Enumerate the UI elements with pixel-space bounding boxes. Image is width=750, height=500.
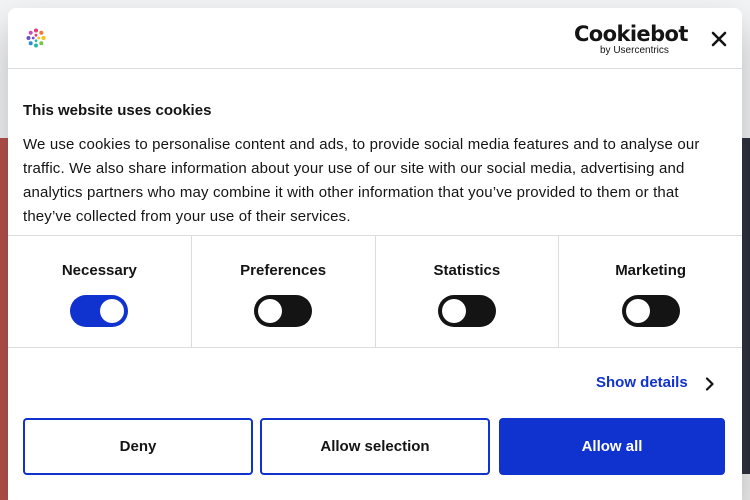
switch-knob bbox=[625, 299, 650, 323]
switch-knob bbox=[258, 299, 283, 323]
switch-knob bbox=[441, 299, 466, 323]
close-icon[interactable] bbox=[708, 28, 730, 50]
cookie-consent-dialog: Cookiebot by Usercentrics This website u… bbox=[8, 8, 742, 500]
cookiebot-logo-sub: by Usercentrics bbox=[600, 45, 669, 56]
chevron-right-icon[interactable] bbox=[705, 377, 715, 391]
toggle-statistics-label: Statistics bbox=[433, 262, 501, 279]
consent-category-toggles: Necessary Preferences Statistics Marketi… bbox=[8, 235, 742, 348]
dialog-description: We use cookies to personalise content an… bbox=[23, 136, 700, 225]
dialog-body: This website uses cookies We use cookies… bbox=[8, 69, 742, 229]
toggle-marketing-switch[interactable] bbox=[621, 295, 680, 327]
show-details-link[interactable]: Show details bbox=[596, 374, 688, 392]
allow-selection-button[interactable]: Allow selection bbox=[260, 418, 490, 475]
switch-knob bbox=[100, 299, 125, 323]
cookiebot-logo-word: Cookiebot bbox=[574, 22, 688, 46]
pinwheel-logo-icon bbox=[26, 28, 46, 48]
dialog-title: This website uses cookies bbox=[23, 102, 212, 119]
toggle-preferences-label: Preferences bbox=[240, 262, 327, 279]
toggle-marketing: Marketing bbox=[559, 236, 742, 347]
toggle-statistics-switch[interactable] bbox=[437, 295, 496, 327]
allow-all-button[interactable]: Allow all bbox=[499, 418, 725, 475]
toggle-necessary-switch[interactable] bbox=[70, 295, 129, 327]
dialog-header: Cookiebot by Usercentrics bbox=[8, 8, 742, 69]
toggle-necessary-label: Necessary bbox=[61, 262, 137, 279]
toggle-preferences-switch[interactable] bbox=[254, 295, 313, 327]
toggle-necessary: Necessary bbox=[8, 236, 192, 347]
toggle-preferences: Preferences bbox=[192, 236, 376, 347]
toggle-statistics: Statistics bbox=[376, 236, 560, 347]
deny-button[interactable]: Deny bbox=[23, 418, 253, 475]
cookiebot-logo: Cookiebot by Usercentrics bbox=[574, 22, 688, 56]
toggle-marketing-label: Marketing bbox=[615, 262, 687, 279]
